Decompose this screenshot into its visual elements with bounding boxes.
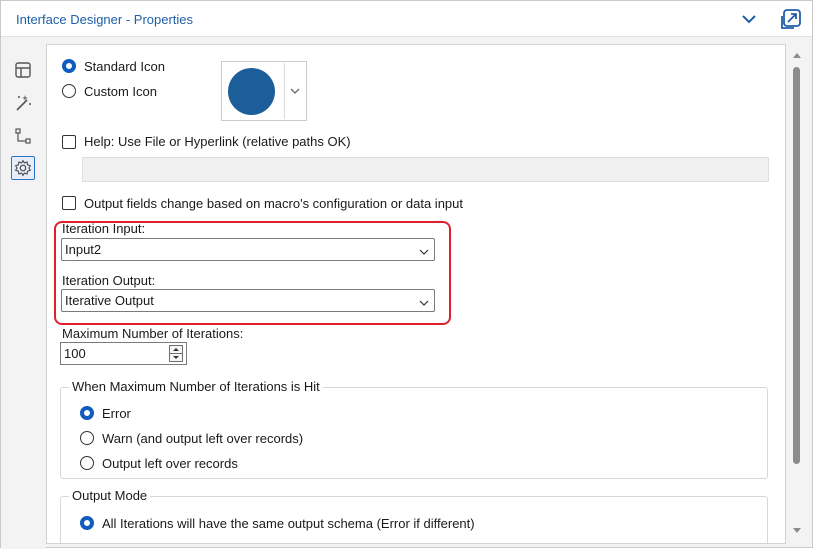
magic-wand-icon[interactable] (11, 91, 35, 115)
output-mode-same-schema-radio[interactable] (80, 516, 94, 530)
max-iterations-label: Maximum Number of Iterations: (62, 326, 244, 341)
properties-panel: Standard Icon Custom Icon Help: Use File… (46, 44, 786, 544)
scrollbar-thumb[interactable] (793, 67, 800, 464)
vertical-scrollbar[interactable] (787, 44, 807, 544)
scroll-down-arrow-icon[interactable] (791, 524, 803, 534)
help-path-input (82, 157, 769, 182)
iteration-input-select[interactable]: Input2 (61, 238, 435, 261)
stepper-down-icon[interactable] (172, 355, 180, 360)
option-leftover-label: Output left over records (102, 456, 238, 471)
output-mode-same-schema-label: All Iterations will have the same output… (102, 516, 475, 531)
chevron-down-icon (288, 84, 302, 101)
option-error-radio[interactable] (80, 406, 94, 420)
chevron-down-icon (418, 245, 430, 255)
max-iterations-stepper[interactable]: 100 (60, 342, 187, 365)
when-max-hit-group: When Maximum Number of Iterations is Hit… (60, 379, 768, 479)
layout-icon[interactable] (11, 58, 35, 82)
iteration-output-label: Iteration Output: (62, 273, 156, 288)
standard-icon-label: Standard Icon (84, 59, 165, 74)
macro-icon-preview (228, 68, 275, 115)
help-checkbox[interactable] (62, 135, 76, 149)
stepper-buttons[interactable] (169, 345, 183, 362)
iteration-output-select[interactable]: Iterative Output (61, 289, 435, 312)
title-bar: Interface Designer - Properties (1, 1, 812, 37)
max-iterations-value: 100 (64, 346, 86, 361)
custom-icon-label: Custom Icon (84, 84, 157, 99)
window-title: Interface Designer - Properties (16, 12, 194, 27)
iteration-input-value: Input2 (65, 242, 102, 257)
gear-icon[interactable] (11, 156, 35, 180)
icon-picker-dropdown[interactable] (221, 61, 307, 121)
popout-icon[interactable] (779, 7, 803, 31)
chevron-down-icon (418, 296, 430, 306)
output-mode-legend: Output Mode (69, 488, 151, 503)
iteration-input-label: Iteration Input: (62, 221, 146, 236)
output-mode-group: Output Mode All Iterations will have the… (60, 488, 768, 543)
when-max-hit-legend: When Maximum Number of Iterations is Hit (69, 379, 323, 394)
option-warn-radio[interactable] (80, 431, 94, 445)
option-warn-label: Warn (and output left over records) (102, 431, 304, 446)
tree-connector-icon[interactable] (11, 124, 35, 148)
standard-icon-radio[interactable] (62, 59, 76, 73)
stepper-divider (170, 353, 182, 354)
collapse-chevron-icon[interactable] (737, 7, 761, 31)
output-fields-checkbox[interactable] (62, 196, 76, 210)
output-fields-label: Output fields change based on macro's co… (84, 196, 463, 211)
option-error-label: Error (102, 406, 131, 421)
stepper-up-icon[interactable] (172, 347, 180, 352)
picker-divider (284, 63, 285, 119)
side-toolbar (1, 38, 46, 549)
scroll-up-arrow-icon[interactable] (791, 48, 803, 58)
option-leftover-radio[interactable] (80, 456, 94, 470)
help-label: Help: Use File or Hyperlink (relative pa… (84, 134, 351, 149)
custom-icon-radio[interactable] (62, 84, 76, 98)
properties-window: Interface Designer - Properties Standard (0, 0, 813, 549)
iteration-output-value: Iterative Output (65, 293, 154, 308)
